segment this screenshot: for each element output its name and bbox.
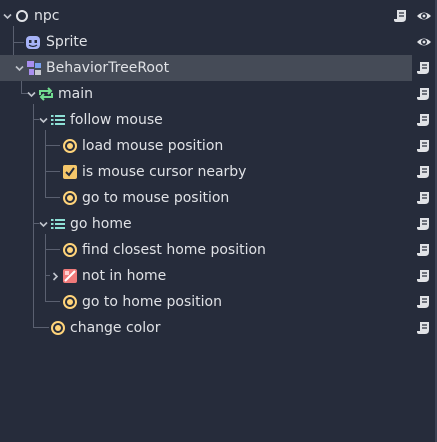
repeat-icon [39,87,53,101]
tree-row-go-to-mouse-position[interactable]: go to mouse position [0,185,437,211]
node-circle-icon [16,10,28,22]
node-label: load mouse position [82,138,224,154]
tree-row-not-in-home[interactable]: not in home [0,263,437,289]
tree-row-main[interactable]: main [0,81,437,107]
script-icon[interactable] [416,86,432,102]
script-icon[interactable] [416,320,432,336]
script-icon[interactable] [416,294,432,310]
tree-row-sprite[interactable]: Sprite [0,29,437,55]
chevron-down-icon[interactable] [39,220,48,229]
chevron-down-icon[interactable] [15,64,24,73]
node-label: go to mouse position [82,190,230,206]
node-label: find closest home position [82,242,266,258]
action-icon [63,139,77,153]
scene-tree: npc Sprite BehaviorTreeRoot main follow … [0,0,437,442]
node-label: go to home position [82,294,222,310]
node-label: npc [34,8,60,24]
chevron-down-icon[interactable] [39,116,48,125]
tree-row-is-mouse-cursor-nearby[interactable]: is mouse cursor nearby [0,159,437,185]
node-label: Sprite [46,34,88,50]
tree-row-go-home[interactable]: go home [0,211,437,237]
tree-row-go-to-home-position[interactable]: go to home position [0,289,437,315]
chevron-down-icon[interactable] [27,90,36,99]
script-icon[interactable] [416,112,432,128]
sequence-icon [51,115,65,125]
node-label: main [58,86,93,102]
script-icon[interactable] [416,268,432,284]
action-icon [63,295,77,309]
node-label: change color [70,320,161,336]
tree-row-follow-mouse[interactable]: follow mouse [0,107,437,133]
script-icon[interactable] [416,138,432,154]
script-icon[interactable] [416,190,432,206]
node-label: is mouse cursor nearby [82,164,247,180]
behavior-tree-root-icon [27,61,41,75]
visibility-eye-icon[interactable] [416,8,432,24]
script-icon[interactable] [416,164,432,180]
script-icon[interactable] [416,216,432,232]
tree-row-behavior-tree-root[interactable]: BehaviorTreeRoot [0,55,437,81]
inverter-icon [63,269,77,283]
tree-row-load-mouse-position[interactable]: load mouse position [0,133,437,159]
tree-row-npc[interactable]: npc [0,3,437,29]
sequence-icon [51,219,65,229]
script-icon[interactable] [416,60,432,76]
tree-row-find-closest-home-position[interactable]: find closest home position [0,237,437,263]
script-icon[interactable] [393,8,409,24]
node-label: follow mouse [70,112,163,128]
action-icon [63,191,77,205]
node-label: BehaviorTreeRoot [46,60,170,76]
condition-check-icon [63,165,77,179]
node-label: go home [70,216,132,232]
chevron-right-icon[interactable] [51,272,60,281]
action-icon [63,243,77,257]
chevron-down-icon[interactable] [3,12,12,21]
tree-row-change-color[interactable]: change color [0,315,437,341]
visibility-eye-icon[interactable] [416,34,432,50]
script-icon[interactable] [416,242,432,258]
sprite-icon [26,36,40,49]
action-icon [51,321,65,335]
node-label: not in home [82,268,167,284]
